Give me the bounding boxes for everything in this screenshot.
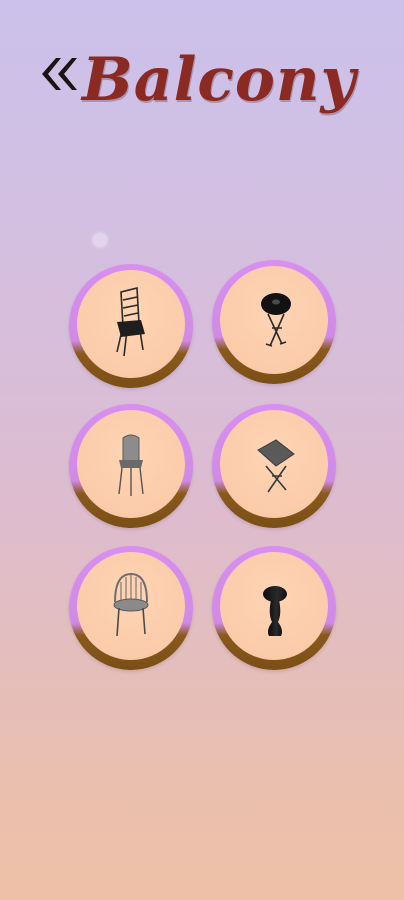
round-bistro-table-icon — [261, 293, 291, 347]
pedestal-side-table-icon — [263, 586, 287, 636]
square-folding-table-icon — [257, 439, 295, 493]
item-circle — [220, 410, 328, 518]
tall-bar-chair-icon — [118, 434, 144, 496]
item-circle — [220, 552, 328, 660]
item-circle — [77, 552, 185, 660]
furniture-item-1[interactable] — [69, 264, 193, 388]
furniture-item-6[interactable] — [212, 546, 336, 670]
spindle-back-chair-icon — [113, 572, 149, 637]
item-circle — [77, 410, 185, 518]
furniture-item-2[interactable] — [212, 260, 336, 384]
furniture-item-5[interactable] — [69, 546, 193, 670]
furniture-item-4[interactable] — [212, 404, 336, 528]
furniture-grid — [0, 0, 404, 900]
item-circle — [77, 270, 185, 378]
item-circle — [220, 266, 328, 374]
folding-bistro-chair-icon — [116, 286, 145, 357]
furniture-item-3[interactable] — [69, 404, 193, 528]
